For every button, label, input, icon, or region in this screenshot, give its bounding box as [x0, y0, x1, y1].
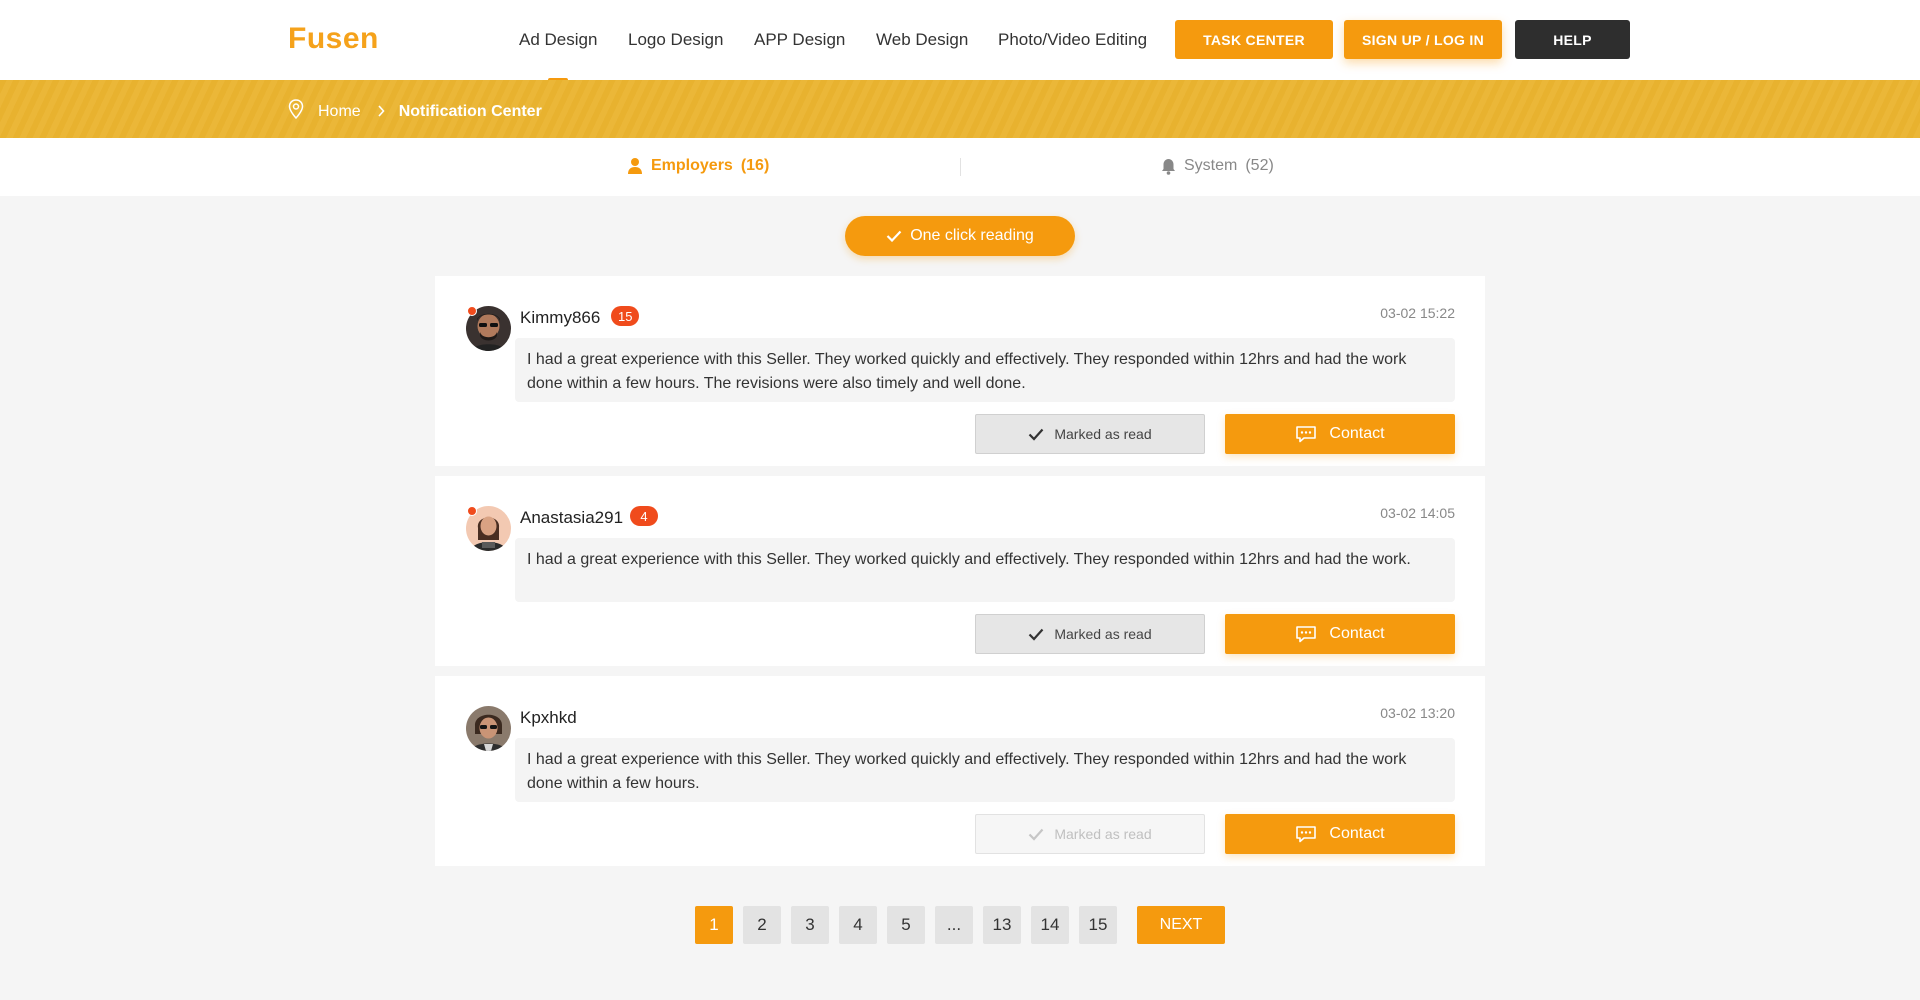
logo[interactable]: Fusen — [288, 22, 379, 56]
breadcrumb-banner: Home Notification Center — [0, 80, 1920, 138]
unread-count-badge: 15 — [611, 306, 640, 326]
page-button-15[interactable]: 15 — [1079, 906, 1117, 944]
timestamp: 03-02 14:05 — [1380, 505, 1455, 521]
breadcrumb-home-link[interactable]: Home — [318, 103, 361, 121]
tab-divider — [960, 158, 961, 176]
page-button-14[interactable]: 14 — [1031, 906, 1069, 944]
mark-as-read-label: Marked as read — [1054, 426, 1152, 442]
username[interactable]: Anastasia291 — [520, 508, 623, 528]
page-button-13[interactable]: 13 — [983, 906, 1021, 944]
message-text: I had a great experience with this Selle… — [515, 738, 1455, 802]
chevron-right-icon — [377, 104, 385, 120]
one-click-reading-button[interactable]: One click reading — [845, 216, 1075, 256]
contact-label: Contact — [1329, 825, 1385, 842]
unread-count-badge: 4 — [630, 506, 658, 526]
check-icon — [1028, 628, 1054, 641]
sign-up-login-button[interactable]: SIGN UP / LOG IN — [1344, 20, 1502, 59]
message-text: I had a great experience with this Selle… — [515, 538, 1455, 602]
page-button-3[interactable]: 3 — [791, 906, 829, 944]
page-ellipsis: ... — [935, 906, 973, 944]
message-text: I had a great experience with this Selle… — [515, 338, 1455, 402]
next-page-button[interactable]: NEXT — [1137, 906, 1225, 944]
nav-web-design[interactable]: Web Design — [876, 30, 968, 50]
breadcrumb: Home Notification Center — [288, 99, 542, 124]
timestamp: 03-02 15:22 — [1380, 305, 1455, 321]
mark-as-read-button[interactable]: Marked as read — [975, 814, 1205, 854]
location-pin-icon — [288, 99, 304, 124]
breadcrumb-current: Notification Center — [398, 102, 542, 120]
mark-as-read-button[interactable]: Marked as read — [975, 414, 1205, 454]
contact-button[interactable]: Contact — [1225, 414, 1455, 454]
check-icon — [886, 230, 910, 242]
nav-photo-video-editing[interactable]: Photo/Video Editing — [998, 30, 1147, 50]
unread-dot — [467, 306, 477, 316]
nav-app-design[interactable]: APP Design — [754, 30, 845, 50]
chat-icon — [1295, 425, 1329, 443]
contact-button[interactable]: Contact — [1225, 814, 1455, 854]
one-click-reading-label: One click reading — [910, 227, 1034, 244]
chat-icon — [1295, 825, 1329, 843]
username[interactable]: Kimmy866 — [520, 308, 600, 328]
help-button[interactable]: HELP — [1515, 20, 1630, 59]
notification-card: Kimmy866 15 03-02 15:22 I had a great ex… — [435, 276, 1485, 466]
task-center-button[interactable]: TASK CENTER — [1175, 20, 1333, 59]
user-icon — [627, 157, 643, 175]
check-icon — [1028, 828, 1054, 841]
notification-card: Anastasia291 4 03-02 14:05 I had a great… — [435, 476, 1485, 666]
page-button-4[interactable]: 4 — [839, 906, 877, 944]
tab-employers-label: Employers — [651, 157, 733, 174]
mark-as-read-button[interactable]: Marked as read — [975, 614, 1205, 654]
page-button-5[interactable]: 5 — [887, 906, 925, 944]
check-icon — [1028, 428, 1054, 441]
contact-label: Contact — [1329, 625, 1385, 642]
tab-system-count: (52) — [1245, 157, 1274, 174]
avatar[interactable] — [466, 706, 511, 751]
page-button-2[interactable]: 2 — [743, 906, 781, 944]
chat-icon — [1295, 625, 1329, 643]
page-button-1[interactable]: 1 — [695, 906, 733, 944]
contact-button[interactable]: Contact — [1225, 614, 1455, 654]
nav-ad-design[interactable]: Ad Design — [519, 30, 597, 82]
tab-employers[interactable]: Employers (16) — [627, 157, 769, 175]
timestamp: 03-02 13:20 — [1380, 705, 1455, 721]
contact-label: Contact — [1329, 425, 1385, 442]
tab-system[interactable]: System (52) — [1161, 157, 1274, 175]
top-header: Fusen Ad Design Logo Design APP Design W… — [0, 0, 1920, 82]
mark-as-read-label: Marked as read — [1054, 826, 1152, 842]
username[interactable]: Kpxhkd — [520, 708, 577, 728]
notification-card: Kpxhkd 03-02 13:20 I had a great experie… — [435, 676, 1485, 866]
tab-system-label: System — [1184, 157, 1238, 174]
tab-employers-count: (16) — [740, 157, 770, 174]
mark-as-read-label: Marked as read — [1054, 626, 1152, 642]
unread-dot — [467, 506, 477, 516]
nav-logo-design[interactable]: Logo Design — [628, 30, 723, 50]
bell-icon — [1161, 158, 1176, 175]
notification-tabs: Employers (16) System (52) — [0, 138, 1920, 196]
